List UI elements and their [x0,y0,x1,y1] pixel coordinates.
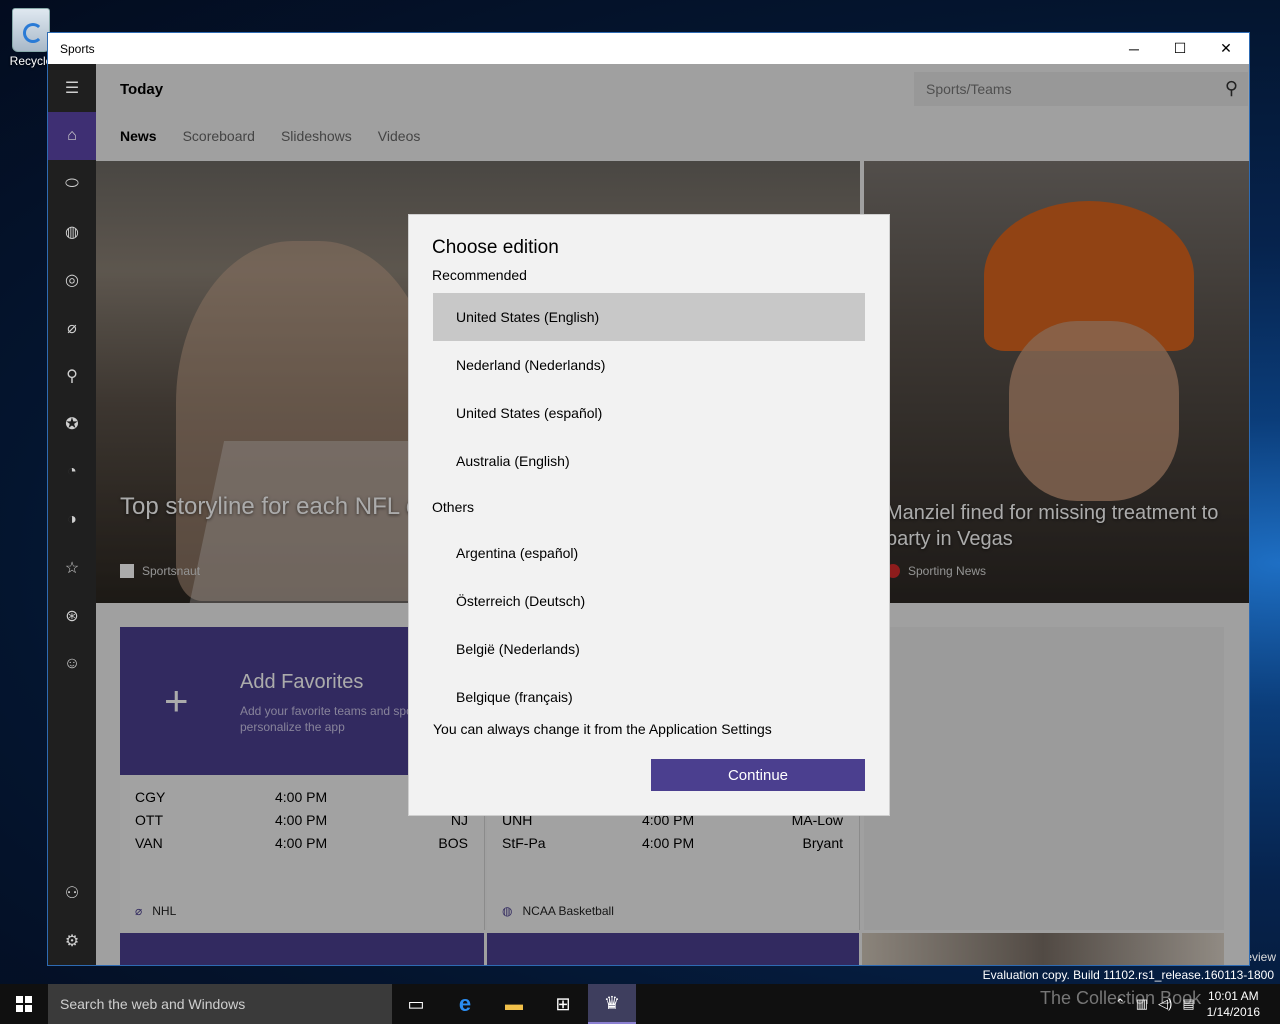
edition-label: Belgique (français) [456,689,573,705]
title-bar[interactable]: Sports ─ ☐ ✕ [48,33,1249,64]
start-button[interactable] [0,984,48,1024]
hamburger-menu-icon[interactable]: ☰ [48,64,96,112]
edition-label: Australia (English) [456,453,570,469]
edge-icon[interactable]: e [441,984,489,1024]
smiley-icon[interactable]: ☺ [48,640,96,688]
network-icon[interactable]: ▥ [1136,996,1148,1012]
soccer-icon[interactable]: ✪ [48,400,96,448]
file-explorer-icon[interactable]: ▬ [490,984,538,1024]
minimize-button[interactable]: ─ [1111,33,1157,64]
edition-label: United States (English) [456,309,600,325]
clock-time: 10:01 AM [1207,989,1259,1003]
edition-label: Österreich (Deutsch) [456,593,586,609]
maximize-button[interactable]: ☐ [1157,33,1203,64]
choose-edition-dialog: Choose edition Recommended United States… [408,214,890,816]
others-label: Others [432,499,475,515]
favorites-icon[interactable]: ☆ [48,544,96,592]
edition-option[interactable]: United States (español) [433,389,865,437]
store-icon[interactable]: ⊞ [539,984,587,1024]
edition-label: Argentina (español) [456,545,579,561]
sidebar: ☰ ⌂ ⬭ ◍ ◎ ⌀ ⚲ ✪ ◔ ◑ ☆ ⊛ ☺ ⚇ ⚙ [48,64,96,965]
edition-option[interactable]: Australia (English) [433,437,865,485]
chevron-up-icon[interactable]: ⌃ [1115,996,1126,1012]
action-center-icon[interactable]: ▤ [1182,996,1194,1012]
clock[interactable]: 10:01 AM 1/14/2016 [1207,988,1260,1020]
edition-option[interactable]: Österreich (Deutsch) [433,577,865,625]
edition-label: België (Nederlands) [456,641,580,657]
edition-label: United States (español) [456,405,603,421]
home-icon[interactable]: ⌂ [48,112,96,160]
system-tray: ⌃ ▥ ◁) ▤ 10:01 AM 1/14/2016 [1115,984,1280,1024]
edition-option[interactable]: Nederland (Nederlands) [433,341,865,389]
sports-app-icon[interactable]: ♛ [588,984,636,1024]
add-user-icon[interactable]: ⚇ [48,869,96,917]
edition-option[interactable]: Belgique (français) [433,673,865,721]
continue-button[interactable]: Continue [651,759,865,791]
recycle-bin-label: Recycle [9,54,53,68]
football-icon[interactable]: ⬭ [48,160,96,208]
volume-icon[interactable]: ◁) [1158,996,1172,1012]
task-view-icon[interactable]: ▭ [392,984,440,1024]
clock-date: 1/14/2016 [1206,1005,1260,1019]
rugby-icon[interactable]: ⊛ [48,592,96,640]
windows-logo-icon [16,996,32,1012]
taskbar: Search the web and Windows ▭ e ▬ ⊞ ♛ The… [0,984,1280,1024]
racing-icon[interactable]: ◔ [48,448,96,496]
taskbar-search-placeholder: Search the web and Windows [60,996,246,1012]
basketball-icon[interactable]: ◍ [48,208,96,256]
taskbar-search-input[interactable]: Search the web and Windows [48,984,392,1024]
evaluation-copy-text: Evaluation copy. Build 11102.rs1_release… [982,968,1274,982]
edition-option[interactable]: United States (English) [433,293,865,341]
settings-note: You can always change it from the Applic… [433,721,772,737]
hockey-icon[interactable]: ⌀ [48,304,96,352]
trash-icon [12,8,50,52]
edition-label: Nederland (Nederlands) [456,357,606,373]
tennis-icon[interactable]: ◑ [48,496,96,544]
dialog-title: Choose edition [432,237,559,258]
recommended-label: Recommended [432,267,527,283]
edition-option[interactable]: Argentina (español) [433,529,865,577]
edition-option[interactable]: België (Nederlands) [433,625,865,673]
golf-icon[interactable]: ⚲ [48,352,96,400]
baseball-icon[interactable]: ◎ [48,256,96,304]
close-button[interactable]: ✕ [1203,33,1249,64]
window-title: Sports [60,41,95,56]
settings-icon[interactable]: ⚙ [48,917,96,965]
